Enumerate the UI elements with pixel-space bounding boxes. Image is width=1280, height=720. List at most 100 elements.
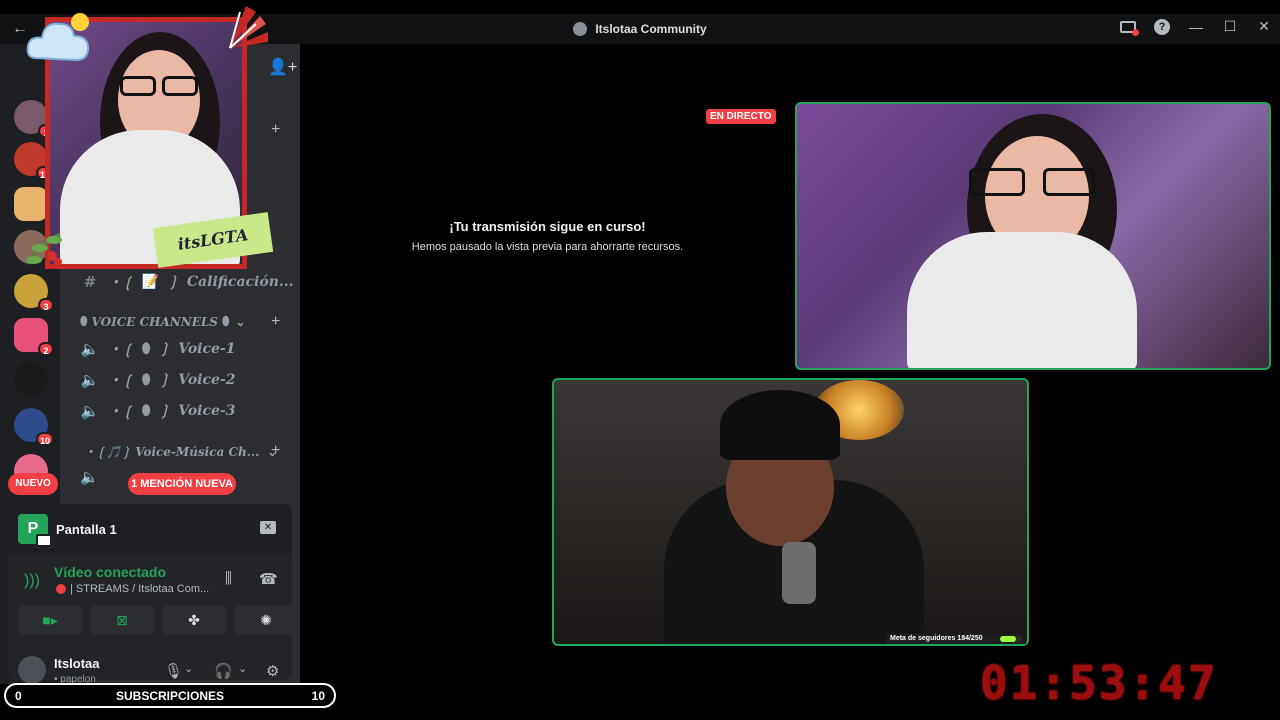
server-badge: 10	[35, 432, 54, 446]
follower-goal-label: Meta de seguidores 184/250	[890, 635, 983, 642]
avatar[interactable]	[18, 656, 46, 684]
stop-stream-icon[interactable]: ✕	[260, 521, 276, 534]
channel-prefix: ・❲	[108, 342, 134, 358]
user-area: Itslotaa • papelon 🎙 ⌄ 🎧 ⌄ ⚙	[18, 654, 282, 685]
live-dot-icon	[56, 584, 66, 594]
server-avatar-icon	[573, 22, 588, 36]
video-tile-guest[interactable]	[552, 378, 1029, 646]
video-tile-streamer[interactable]	[795, 102, 1271, 370]
help-icon[interactable]: ?	[1154, 18, 1170, 35]
follower-goal-fill	[1000, 636, 1017, 642]
channel-prefix: ・❲	[108, 275, 134, 291]
server-icon[interactable]	[14, 362, 48, 396]
add-channel-icon[interactable]: +	[271, 121, 280, 139]
channel-name: Voice-2	[178, 372, 236, 388]
stream-title: Pantalla 1	[56, 521, 117, 537]
connection-channel-text: | STREAMS / Itslotaa Com...	[70, 583, 210, 595]
channel-name: Voice-1	[178, 341, 236, 357]
pin-icon: ⬮	[141, 341, 151, 357]
signal-icon: )))	[24, 572, 40, 589]
subscriptions-bar: 0 SUBSCRIPCIONES 10	[4, 683, 336, 708]
window-title-text: Itslotaa Community	[595, 22, 707, 36]
speaker-icon: 🔈	[80, 402, 100, 420]
server-badge: 2	[38, 342, 54, 356]
channel-prefix: ・❲	[108, 373, 134, 389]
voice-channel-1[interactable]: 🔈 ・❲ ⬮ ❳ Voice-1	[80, 339, 236, 359]
connection-status-text[interactable]: Vídeo conectado	[54, 564, 166, 580]
stream-timer: 01:53:47	[980, 656, 1218, 710]
webcam-shirt	[907, 232, 1137, 368]
add-voice-channel-icon[interactable]: +	[271, 313, 280, 331]
stream-thumbnail: P	[18, 514, 52, 547]
minimize-icon[interactable]: —	[1188, 19, 1204, 35]
fan-decoration-icon	[229, 6, 268, 49]
paused-subtitle: Hemos pausado la vista previa para ahorr…	[411, 241, 684, 253]
camera-icon: ■▸	[42, 611, 58, 628]
subs-goal: 10	[311, 689, 325, 703]
screen-share-icon: ⊠	[116, 611, 128, 628]
soundboard-icon: ✺	[260, 611, 272, 628]
follower-goal-track	[1000, 636, 1022, 642]
voice-channel-2[interactable]: 🔈 ・❲ ⬮ ❳ Voice-2	[80, 370, 236, 390]
server-icon[interactable]: 10	[14, 408, 54, 446]
connection-channel[interactable]: | STREAMS / Itslotaa Com...	[56, 583, 209, 595]
activities-button[interactable]: ✤	[162, 606, 226, 634]
channel-emoji: 📝	[141, 274, 160, 290]
channel-prefix: ・❲	[108, 404, 134, 420]
channel-item-calificacion[interactable]: # ・❲ 📝 ❳ Calificación...	[80, 272, 294, 292]
server-icon[interactable]	[14, 187, 48, 221]
channel-suffix: ❳	[158, 403, 171, 419]
server-icon[interactable]: 18	[14, 142, 54, 180]
pin-icon: ⬮	[141, 372, 151, 388]
live-badge: EN DIRECTO	[706, 109, 776, 124]
soundboard-button[interactable]: ✺	[234, 606, 298, 634]
inbox-icon[interactable]	[1120, 20, 1139, 36]
voice-panel: P Pantalla 1 ✕ ))) Vídeo conectado | STR…	[8, 504, 298, 685]
cloud-sun-icon	[26, 13, 90, 62]
microphone	[782, 542, 816, 604]
category-voice-channels[interactable]: ⬮ VOICE CHANNELS ⬮ ⌄	[80, 314, 246, 329]
disconnect-icon[interactable]: ☎	[259, 570, 278, 588]
server-badge: 3	[38, 298, 54, 312]
new-mention-pill[interactable]: 1 MENCIÓN NUEVA	[128, 473, 236, 495]
server-icon[interactable]: 1	[14, 100, 54, 138]
speaker-icon: 🔈	[80, 340, 100, 358]
channel-name: Calificación...	[186, 274, 294, 290]
gear-icon[interactable]: ⚙	[266, 662, 279, 680]
user-name[interactable]: Itslotaa	[54, 656, 100, 671]
follower-goal: Meta de seguidores 184/250	[886, 634, 1026, 644]
hashtag-icon: #	[83, 273, 97, 291]
add-user-icon[interactable]: 👤+	[268, 57, 297, 77]
glasses	[120, 76, 156, 96]
new-servers-pill[interactable]: NUEVO	[8, 473, 58, 495]
close-icon[interactable]: ✕	[1256, 18, 1272, 35]
pin-icon: ⬮	[80, 314, 88, 328]
noise-suppression-icon[interactable]: ⫼	[225, 570, 232, 587]
channel-suffix: ❳	[158, 372, 171, 388]
channel-suffix: ❳	[167, 274, 179, 290]
add-music-channel-icon[interactable]: +	[271, 442, 280, 460]
stream-preview-card[interactable]: P Pantalla 1 ✕	[8, 504, 292, 554]
maximize-icon[interactable]: ☐	[1222, 18, 1238, 35]
pin-icon: ⬮	[221, 314, 230, 328]
microphone-icon[interactable]: 🎙	[164, 662, 183, 680]
glasses	[969, 168, 1025, 196]
speaker-icon: 🔈	[80, 371, 100, 389]
pin-icon: ⬮	[141, 403, 151, 419]
camera-button[interactable]: ■▸	[18, 606, 82, 634]
window-title: Itslotaa Community	[573, 22, 707, 36]
chevron-down-icon[interactable]: ⌄	[184, 662, 193, 675]
paused-title: ¡Tu transmisión sigue en curso!	[449, 219, 646, 234]
screen-share-button[interactable]: ⊠	[90, 606, 154, 634]
chevron-down-icon: ⌄	[235, 314, 246, 329]
headphones-icon[interactable]: 🎧	[214, 662, 233, 680]
category-music[interactable]: ・❲🎵❳ Voice-Música Ch... ⌄	[84, 443, 277, 460]
category-label: ・❲🎵❳ Voice-Música Ch...	[84, 445, 260, 459]
chevron-down-icon[interactable]: ⌄	[238, 662, 247, 675]
voice-action-buttons: ■▸ ⊠ ✤ ✺	[18, 606, 298, 634]
glasses	[1043, 168, 1095, 196]
speaker-icon: 🔈	[80, 469, 99, 486]
window-controls: ? — ☐ ✕	[1120, 18, 1272, 36]
voice-channel-3[interactable]: 🔈 ・❲ ⬮ ❳ Voice-3	[80, 401, 236, 421]
server-icon[interactable]: 2	[14, 318, 54, 356]
